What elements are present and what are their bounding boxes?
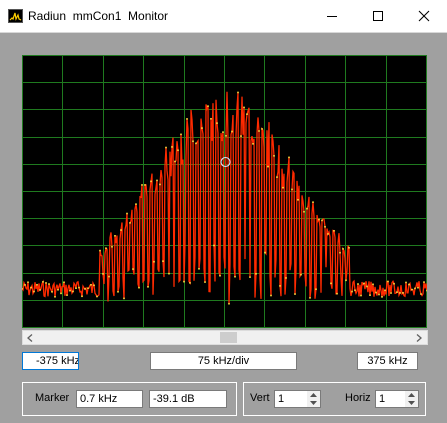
span-per-div-field[interactable]: 75 kHz/div xyxy=(150,352,297,370)
scroll-thumb[interactable] xyxy=(220,332,237,343)
caret-down-icon xyxy=(310,401,317,405)
scroll-left-button[interactable] xyxy=(23,331,38,344)
chevron-left-icon xyxy=(27,334,33,342)
vert-stepper[interactable]: 1 xyxy=(274,390,321,408)
scale-group: Vert 1 Horiz 1 xyxy=(243,382,426,416)
vert-value: 1 xyxy=(278,393,285,405)
right-frequency-field[interactable]: 375 kHz xyxy=(357,352,418,370)
marker-level-input[interactable]: -39.1 dB xyxy=(149,390,227,408)
title-bar[interactable]: Radiun mmCon1 Monitor xyxy=(0,0,447,33)
vert-spinner[interactable] xyxy=(307,391,320,407)
window-title: Radiun mmCon1 Monitor xyxy=(28,9,169,23)
horiz-stepper[interactable]: 1 xyxy=(375,390,419,408)
scope-app-icon xyxy=(8,9,23,23)
scroll-right-button[interactable] xyxy=(412,331,427,344)
vert-up-button[interactable] xyxy=(307,391,320,399)
maximize-icon xyxy=(373,11,383,21)
horiz-up-button[interactable] xyxy=(405,391,418,399)
vert-label: Vert xyxy=(250,392,270,404)
close-button[interactable] xyxy=(401,0,447,32)
marker-label: Marker xyxy=(35,392,70,404)
left-frequency-field[interactable]: -375 kHz xyxy=(22,352,79,370)
spectrum-plot[interactable] xyxy=(22,55,427,328)
minimize-icon xyxy=(327,16,337,17)
vert-down-button[interactable] xyxy=(307,399,320,407)
caret-up-icon xyxy=(310,393,317,397)
horiz-down-button[interactable] xyxy=(405,399,418,407)
maximize-button[interactable] xyxy=(355,0,401,32)
frequency-scrollbar[interactable] xyxy=(22,330,428,345)
close-icon xyxy=(418,10,430,22)
spectrum-display[interactable] xyxy=(22,55,427,328)
horiz-spinner[interactable] xyxy=(405,391,418,407)
horiz-value: 1 xyxy=(379,393,386,405)
caret-down-icon xyxy=(408,401,415,405)
marker-frequency-input[interactable]: 0.7 kHz xyxy=(76,390,143,408)
horiz-label: Horiz xyxy=(345,392,371,404)
chevron-right-icon xyxy=(416,334,422,342)
caret-up-icon xyxy=(408,393,415,397)
marker-group: Marker 0.7 kHz -39.1 dB xyxy=(22,382,237,416)
minimize-button[interactable] xyxy=(309,0,355,32)
